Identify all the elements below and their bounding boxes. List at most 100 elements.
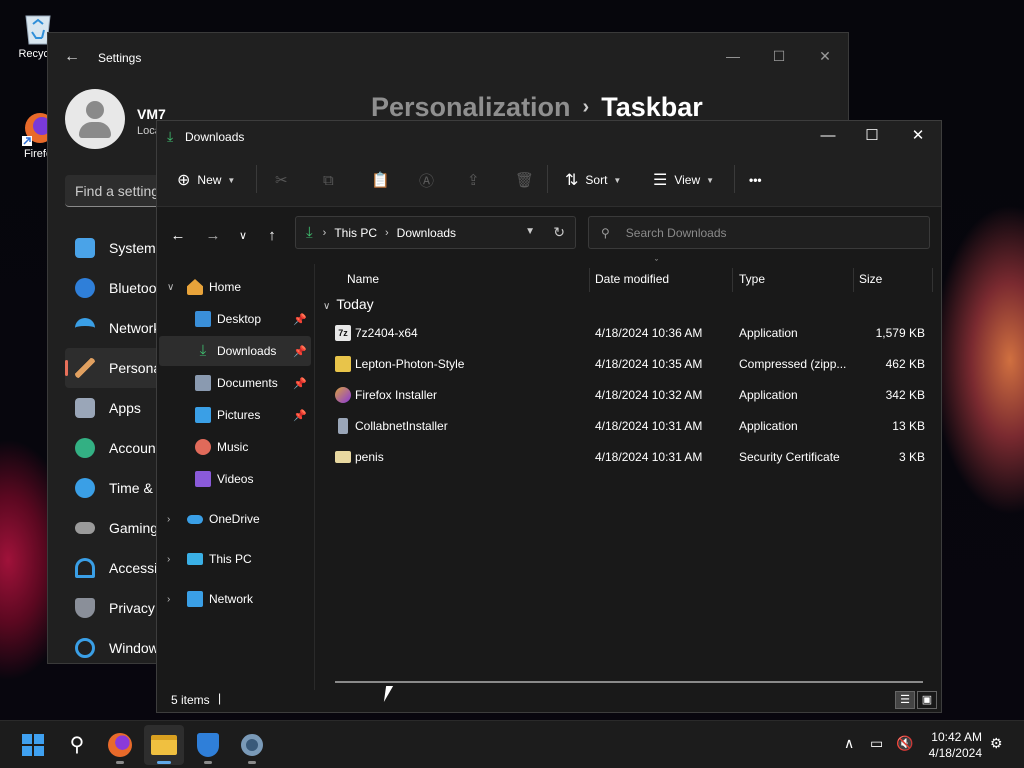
column-separator[interactable] bbox=[853, 268, 854, 292]
nav-item-home[interactable]: ∨ Home bbox=[159, 272, 311, 302]
recent-locations-chevron-icon[interactable]: ∨ bbox=[231, 224, 255, 248]
pin-icon[interactable]: 📌 bbox=[293, 409, 307, 422]
file-name: penis bbox=[355, 450, 384, 464]
column-header-date-modified[interactable]: Date modified bbox=[595, 272, 669, 286]
maximize-button[interactable]: ☐ bbox=[849, 121, 895, 153]
settings-app-title: Settings bbox=[98, 51, 142, 65]
sidebar-item-label: Window bbox=[109, 640, 159, 656]
nav-item-network[interactable]: › Network bbox=[159, 584, 311, 614]
chevron-right-icon: › bbox=[167, 553, 171, 565]
delete-icon[interactable]: 🗑 bbox=[515, 165, 534, 195]
column-header-type[interactable]: Type bbox=[739, 272, 765, 286]
cut-icon[interactable]: ✂ bbox=[275, 165, 288, 195]
taskbar-firefox[interactable] bbox=[100, 725, 140, 765]
back-arrow-icon[interactable]: ← bbox=[166, 224, 190, 248]
notification-icon[interactable]: ⚙ bbox=[990, 735, 1003, 752]
up-arrow-icon[interactable]: ↑ bbox=[260, 224, 284, 248]
back-arrow-icon[interactable]: ← bbox=[62, 47, 82, 67]
taskbar-file-explorer[interactable] bbox=[144, 725, 184, 765]
taskbar-settings[interactable] bbox=[232, 725, 272, 765]
view-button[interactable]: ☰ View ▼ bbox=[653, 165, 714, 195]
taskbar-security[interactable] bbox=[188, 725, 228, 765]
column-header-size[interactable]: Size bbox=[859, 272, 882, 286]
table-row[interactable]: 7z 7z2404-x64 4/18/2024 10:36 AM Applica… bbox=[317, 318, 941, 348]
search-placeholder: Search Downloads bbox=[625, 225, 727, 240]
file-name: Lepton-Photon-Style bbox=[355, 357, 465, 371]
show-hidden-icons-chevron-icon[interactable]: ∧ bbox=[844, 735, 854, 752]
network-icon[interactable]: ▭ bbox=[870, 735, 883, 752]
nav-item-pictures[interactable]: Pictures 📌 bbox=[159, 400, 311, 430]
nav-item-label: Desktop bbox=[217, 312, 262, 326]
page-title: Taskbar bbox=[601, 92, 703, 122]
avatar[interactable] bbox=[65, 89, 125, 149]
update-icon bbox=[75, 638, 95, 658]
new-button[interactable]: ⊕ New ▼ bbox=[177, 165, 235, 195]
sort-indicator-icon: ˇ bbox=[655, 258, 658, 268]
sort-button[interactable]: ⇅ Sort ▼ bbox=[565, 165, 621, 195]
view-button-label: View bbox=[674, 173, 701, 187]
nav-item-documents[interactable]: Documents 📌 bbox=[159, 368, 311, 398]
refresh-icon[interactable]: ↻ bbox=[553, 224, 565, 241]
nav-item-desktop[interactable]: Desktop 📌 bbox=[159, 304, 311, 334]
horizontal-scrollbar[interactable] bbox=[335, 681, 923, 683]
maximize-button[interactable]: ☐ bbox=[756, 41, 802, 71]
pin-icon[interactable]: 📌 bbox=[293, 377, 307, 390]
search-input[interactable]: ⚲ Search Downloads bbox=[588, 216, 930, 249]
music-icon bbox=[195, 439, 211, 455]
tiles-view-button[interactable]: ▣ bbox=[917, 691, 937, 709]
sort-icon: ⇅ bbox=[565, 172, 579, 189]
rename-icon[interactable]: Ⓐ bbox=[419, 165, 434, 195]
forward-arrow-icon[interactable]: → bbox=[201, 224, 225, 248]
file-explorer-window[interactable]: ⤓ Downloads — ☐ ✕ ⊕ New ▼ ✂ ⧉ 📋 Ⓐ ⇪ 🗑 ⇅ Sor… bbox=[156, 120, 942, 713]
column-separator[interactable] bbox=[932, 268, 933, 292]
sidebar-item-label: Gaming bbox=[109, 520, 159, 536]
minimize-button[interactable]: — bbox=[805, 121, 851, 153]
column-separator[interactable] bbox=[732, 268, 733, 292]
search-icon: ⚲ bbox=[601, 225, 610, 240]
nav-item-this-pc[interactable]: › This PC bbox=[159, 544, 311, 574]
breadcrumb-separator-icon: › bbox=[322, 226, 327, 239]
table-row[interactable]: CollabnetInstaller 4/18/2024 10:31 AM Ap… bbox=[317, 411, 941, 441]
copy-icon[interactable]: ⧉ bbox=[323, 165, 334, 195]
gear-icon bbox=[241, 734, 263, 756]
start-button[interactable] bbox=[13, 725, 53, 765]
group-header-today[interactable]: ∨ Today bbox=[323, 296, 374, 312]
breadcrumb-parent[interactable]: Personalization bbox=[371, 92, 571, 122]
nav-item-downloads[interactable]: ⤓ Downloads 📌 bbox=[159, 336, 311, 366]
table-row[interactable]: penis 4/18/2024 10:31 AM Security Certif… bbox=[317, 442, 941, 472]
sidebar-item-label: Account bbox=[109, 440, 160, 456]
settings-titlebar[interactable]: ← Settings — ☐ ✕ bbox=[48, 33, 848, 83]
minimize-button[interactable]: — bbox=[710, 41, 756, 71]
pin-icon[interactable]: 📌 bbox=[293, 313, 307, 326]
table-row[interactable]: Lepton-Photon-Style 4/18/2024 10:35 AM C… bbox=[317, 349, 941, 379]
nav-item-videos[interactable]: Videos bbox=[159, 464, 311, 494]
breadcrumb-this-pc[interactable]: This PC bbox=[334, 226, 377, 240]
firefox-icon bbox=[108, 733, 132, 757]
column-header-name[interactable]: Name bbox=[347, 272, 379, 286]
table-row[interactable]: Firefox Installer 4/18/2024 10:32 AM App… bbox=[317, 380, 941, 410]
taskbar-search-button[interactable]: ⚲ bbox=[57, 725, 97, 765]
close-button[interactable]: ✕ bbox=[895, 121, 941, 153]
chevron-right-icon: › bbox=[167, 513, 171, 525]
status-separator: | bbox=[218, 691, 222, 705]
address-bar[interactable]: ⤓ › This PC › Downloads ▼ ↻ bbox=[295, 216, 576, 249]
download-icon: ⤓ bbox=[167, 128, 174, 144]
file-type: Application bbox=[739, 326, 798, 340]
column-separator[interactable] bbox=[589, 268, 590, 292]
nav-item-onedrive[interactable]: › OneDrive bbox=[159, 504, 311, 534]
paste-icon[interactable]: 📋 bbox=[371, 165, 390, 195]
details-view-button[interactable]: ☰ bbox=[895, 691, 915, 709]
close-button[interactable]: ✕ bbox=[802, 41, 848, 71]
taskbar: ⚲ ∧ ▭ 🔇 10:42 AM 4/18/2024 ⚙ bbox=[0, 720, 1024, 768]
share-icon[interactable]: ⇪ bbox=[467, 165, 480, 195]
more-options-button[interactable]: ••• bbox=[749, 165, 762, 195]
nav-item-label: Music bbox=[217, 440, 249, 454]
address-history-chevron-icon[interactable]: ▼ bbox=[525, 226, 535, 237]
breadcrumb-downloads[interactable]: Downloads bbox=[397, 226, 456, 240]
volume-muted-icon[interactable]: 🔇 bbox=[896, 735, 913, 752]
nav-item-music[interactable]: Music bbox=[159, 432, 311, 462]
pin-icon[interactable]: 📌 bbox=[293, 345, 307, 358]
clock[interactable]: 10:42 AM 4/18/2024 bbox=[922, 729, 982, 761]
nav-item-label: This PC bbox=[209, 552, 252, 566]
explorer-titlebar[interactable]: ⤓ Downloads — ☐ ✕ bbox=[157, 121, 941, 153]
